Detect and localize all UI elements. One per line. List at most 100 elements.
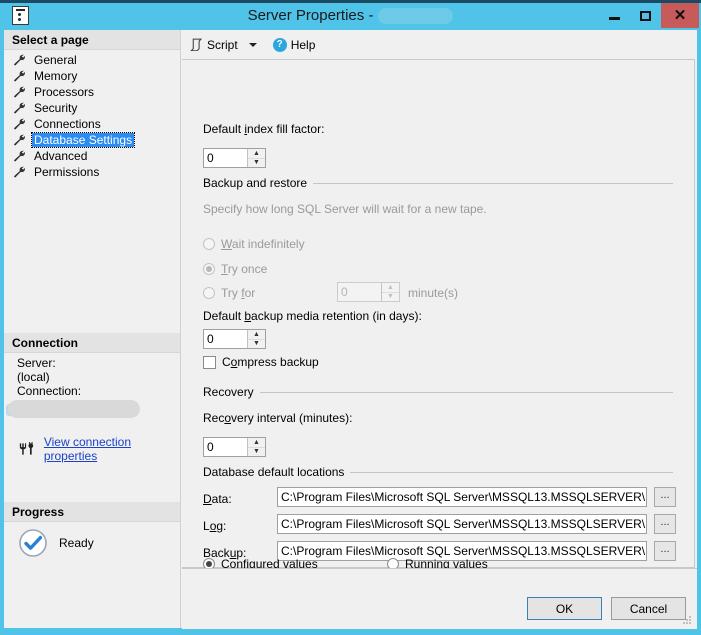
log-path-browse-button[interactable]: ... [654,514,676,534]
wait-indefinitely-radio[interactable] [203,238,215,250]
script-icon [190,38,203,51]
try-for-radio[interactable] [203,287,215,299]
sidebar-item-label: Processors [34,85,95,99]
toolbar: Script ? Help [182,30,697,59]
window-title: Server Properties - [0,3,701,28]
title-bar: Server Properties - ✕ [0,0,701,30]
wrench-icon [13,134,25,146]
stepper-up-icon[interactable]: ▲ [248,330,265,340]
wrench-icon [13,86,25,98]
wrench-icon [13,166,25,178]
select-page-header: Select a page [4,30,180,50]
recovery-interval-spinner[interactable]: 0 ▲ ▼ [203,437,266,457]
sidebar-item-general[interactable]: General [4,52,180,68]
connection-info: Server: (local) Connection: [4,356,180,422]
media-retention-spinner[interactable]: 0 ▲ ▼ [203,329,266,349]
minutes-label: minute(s) [408,286,459,300]
backup-restore-group-header: Backup and restore [203,176,673,190]
view-connection-properties-link[interactable]: View connection properties [44,435,180,463]
script-button[interactable]: Script [187,34,241,56]
backup-restore-group-label: Backup and restore [203,176,308,190]
try-for-stepper[interactable]: ▲ ▼ [381,283,399,301]
media-retention-value[interactable]: 0 [204,330,247,348]
stepper-down-icon[interactable]: ▼ [382,293,399,302]
compress-backup-row[interactable]: Compress backup [203,355,319,369]
sidebar-item-label: General [34,53,77,67]
sidebar-item-connections[interactable]: Connections [4,116,180,132]
redacted-connection-value [8,400,140,418]
compress-backup-label: Compress backup [222,355,319,369]
help-button[interactable]: ? Help [260,34,319,56]
media-retention-stepper[interactable]: ▲ ▼ [247,330,265,348]
stepper-up-icon[interactable]: ▲ [248,438,265,448]
sidebar-item-label: Advanced [34,149,88,163]
try-once-radio[interactable] [203,263,215,275]
page-list: General Memory Processors Security Conne… [4,52,180,180]
chevron-down-icon [248,42,257,47]
progress-status-row: Ready [4,528,180,558]
sidebar-item-processors[interactable]: Processors [4,84,180,100]
log-path-input[interactable]: C:\Program Files\Microsoft SQL Server\MS… [277,514,647,534]
try-for-radio-row[interactable]: Try for [203,286,255,300]
wait-indefinitely-radio-row[interactable]: Wait indefinitely [203,237,305,251]
tape-wait-description: Specify how long SQL Server will wait fo… [203,202,487,216]
fill-factor-value[interactable]: 0 [204,149,247,167]
stepper-up-icon[interactable]: ▲ [248,149,265,159]
compress-backup-checkbox[interactable] [203,355,216,369]
sidebar-item-label: Connections [34,117,101,131]
group-rule [350,471,673,473]
sidebar-item-permissions[interactable]: Permissions [4,164,180,180]
wrench-icon [13,102,25,114]
connection-label: Connection: [17,384,82,398]
try-for-minutes-value[interactable]: 0 [338,283,381,301]
stepper-up-icon[interactable]: ▲ [382,283,399,293]
close-icon: ✕ [673,7,687,24]
redacted-server-name [378,7,454,24]
help-label: Help [290,37,316,52]
try-for-minutes-spinner[interactable]: 0 ▲ ▼ [337,282,400,302]
fill-factor-label: Default index fill factor: [203,122,325,136]
cancel-button[interactable]: Cancel [611,597,686,620]
media-retention-label: Default backup media retention (in days)… [203,309,422,323]
progress-status-label: Ready [59,536,94,550]
minimize-icon [609,16,620,20]
script-label: Script [207,37,238,52]
try-once-label: Try once [221,262,268,276]
maximize-button[interactable] [630,3,661,28]
resize-grip-icon[interactable] [681,614,693,626]
fill-factor-stepper[interactable]: ▲ ▼ [247,149,265,167]
server-properties-dialog: Server Properties - ✕ Select a page Gene… [0,0,701,635]
backup-path-browse-button[interactable]: ... [654,541,676,561]
settings-content: Default index fill factor: 0 ▲ ▼ Backup … [182,59,695,568]
sidebar: Select a page General Memory Processors [4,30,181,628]
group-rule [259,391,673,393]
fill-factor-spinner[interactable]: 0 ▲ ▼ [203,148,266,168]
window-title-text: Server Properties - [247,7,374,24]
try-once-radio-row[interactable]: Try once [203,262,267,276]
stepper-down-icon[interactable]: ▼ [248,448,265,457]
sidebar-item-security[interactable]: Security [4,100,180,116]
recovery-group-label: Recovery [203,385,254,399]
script-dropdown-button[interactable] [241,34,260,56]
sidebar-item-database-settings[interactable]: Database Settings [4,132,180,148]
sidebar-item-memory[interactable]: Memory [4,68,180,84]
recovery-interval-stepper[interactable]: ▲ ▼ [247,438,265,456]
sidebar-item-advanced[interactable]: Advanced [4,148,180,164]
recovery-interval-value[interactable]: 0 [204,438,247,456]
data-path-input[interactable]: C:\Program Files\Microsoft SQL Server\MS… [277,487,647,507]
try-for-label: Try for [221,286,256,300]
sidebar-item-label: Database Settings [30,132,136,148]
ok-button[interactable]: OK [527,597,602,620]
dialog-footer: OK Cancel [182,568,697,629]
stepper-down-icon[interactable]: ▼ [248,340,265,349]
stepper-down-icon[interactable]: ▼ [248,159,265,168]
default-locations-group-label: Database default locations [203,465,345,479]
minimize-button[interactable] [599,3,630,28]
wrench-icon [13,150,25,162]
close-button[interactable]: ✕ [661,3,699,28]
connection-header: Connection [4,333,180,353]
data-path-browse-button[interactable]: ... [654,487,676,507]
wrench-icon [13,118,25,130]
server-value: (local) [17,370,50,384]
view-connection-properties-row[interactable]: View connection properties [4,435,180,463]
